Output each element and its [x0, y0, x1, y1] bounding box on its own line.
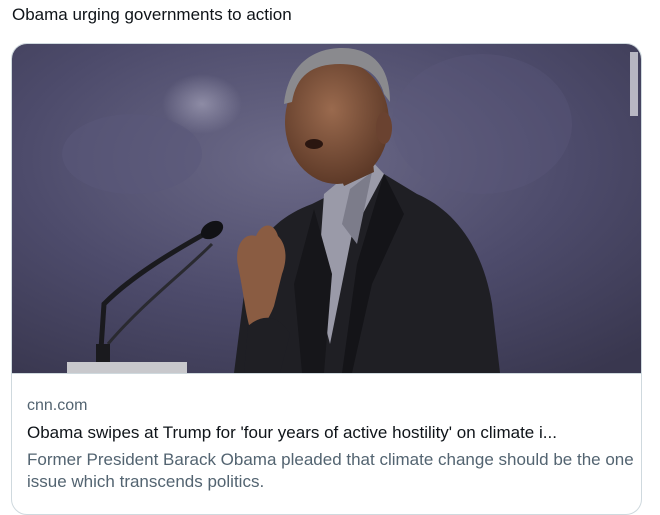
card-description: Former President Barack Obama pleaded th…: [27, 450, 634, 491]
card-domain: cnn.com: [27, 397, 88, 414]
tweet-text: Obama urging governments to action: [12, 5, 292, 24]
card-title[interactable]: Obama swipes at Trump for 'four years of…: [27, 422, 627, 444]
link-preview-card[interactable]: cnn.com Obama swipes at Trump for 'four …: [11, 43, 642, 515]
photo-credit-watermark: [630, 52, 638, 116]
card-image[interactable]: [12, 44, 641, 374]
